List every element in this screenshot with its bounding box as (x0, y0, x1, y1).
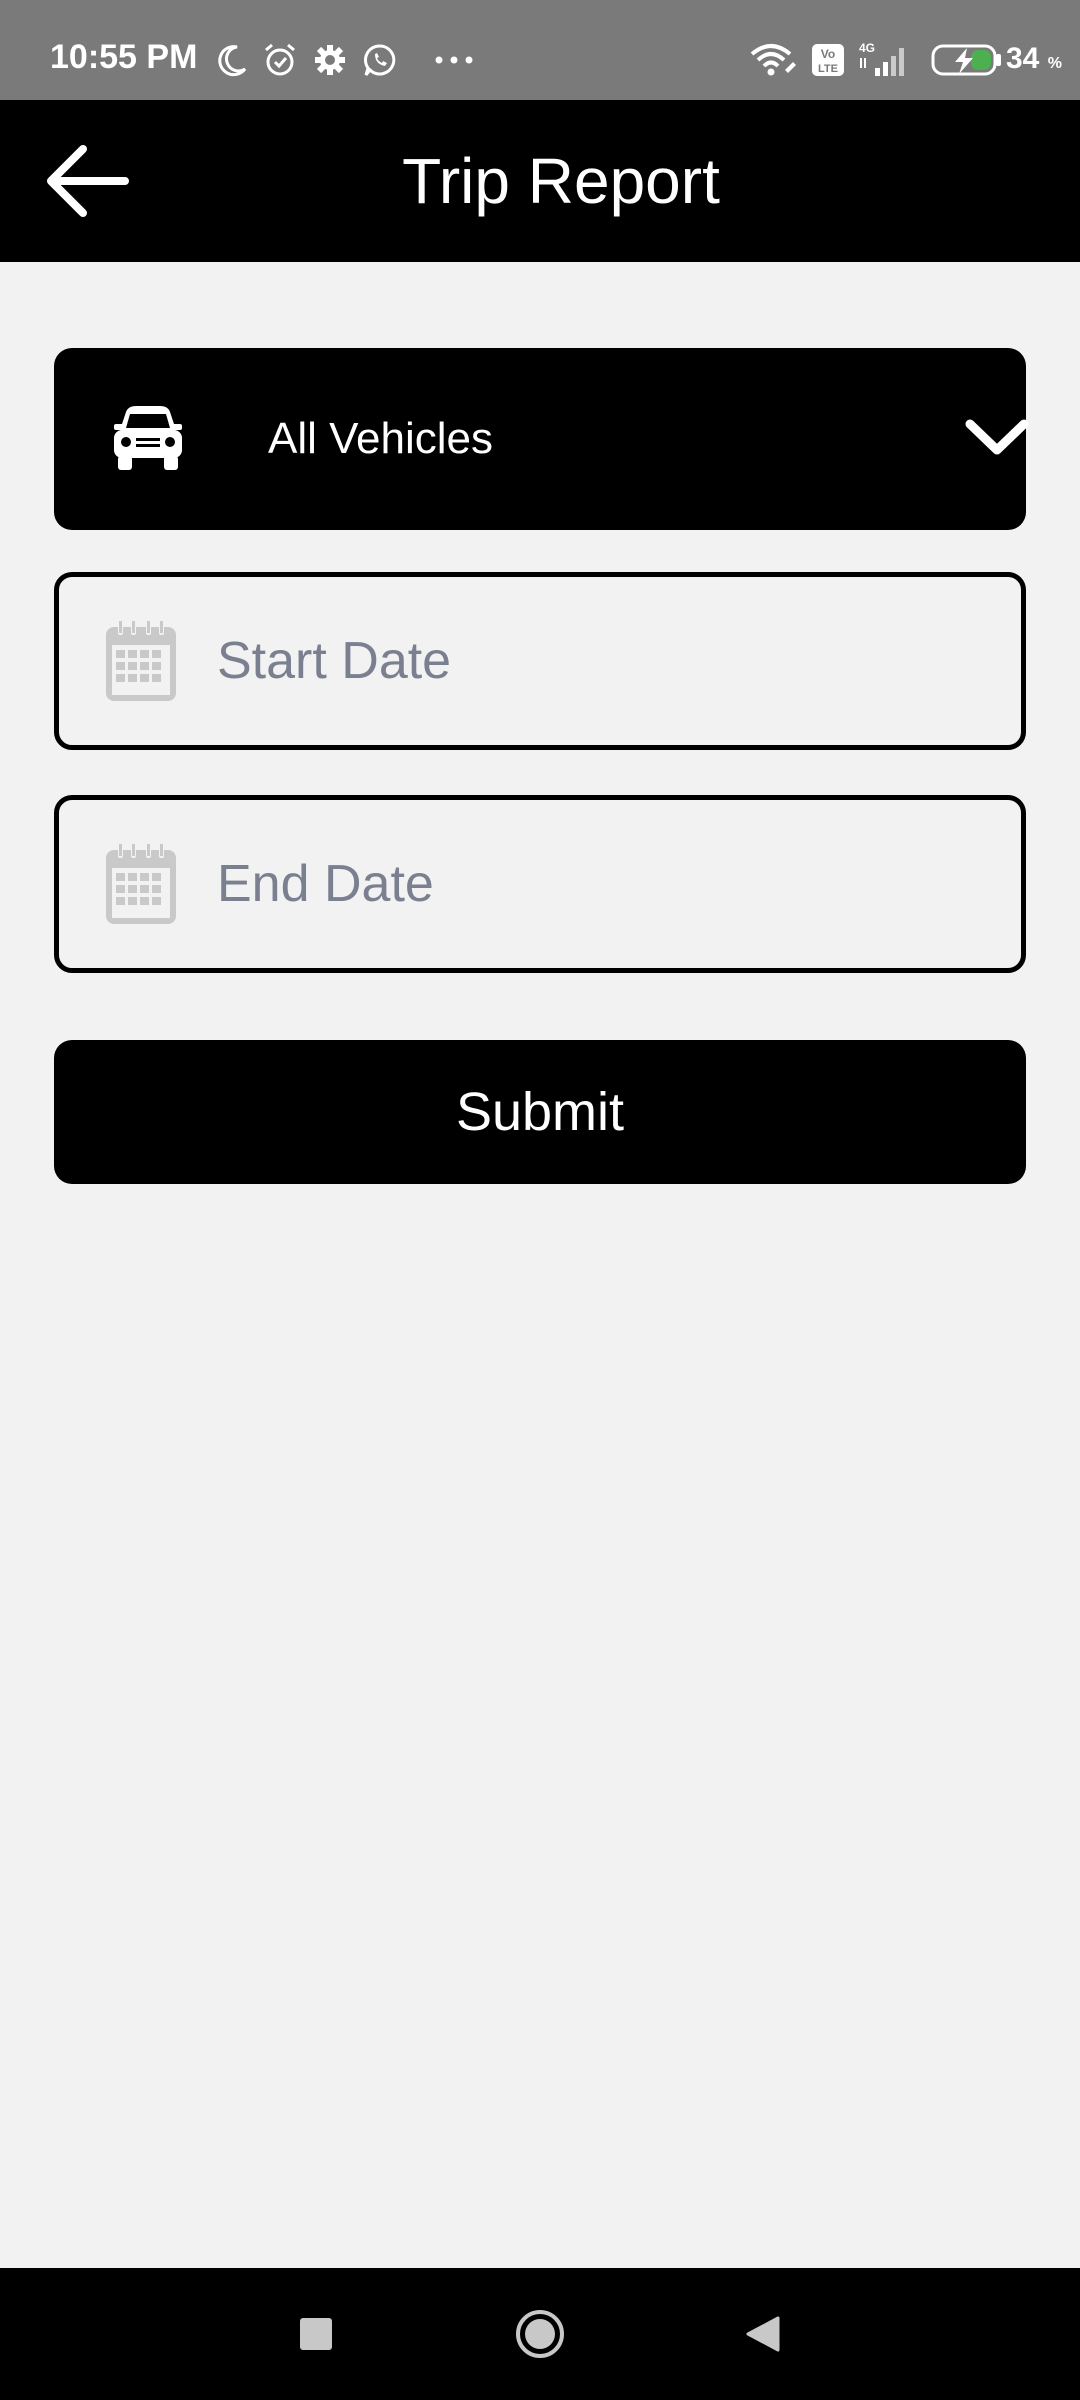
settings-icon (310, 40, 350, 80)
battery-percent-value: 34 (1006, 42, 1040, 75)
vehicle-select[interactable]: All Vehicles (54, 348, 1029, 530)
home-button[interactable] (510, 2304, 570, 2364)
status-time: 10:55 PM (50, 38, 198, 76)
end-date-placeholder: End Date (217, 855, 434, 913)
chevron-down-icon (965, 419, 1029, 455)
vehicle-select-label: All Vehicles (268, 414, 494, 463)
app-bar: Trip Report (0, 100, 1080, 262)
square-icon (300, 2318, 332, 2350)
circle-icon (516, 2310, 564, 2358)
start-date-placeholder: Start Date (217, 632, 452, 690)
start-date-field[interactable]: Start Date (54, 572, 1026, 750)
wifi-icon (748, 40, 800, 80)
battery-percent: 34 % (1006, 44, 1062, 74)
status-bar: 10:55 PM Vo LTE 4G 34 % (0, 0, 1080, 100)
whatsapp-icon (360, 40, 400, 80)
volte-icon: Vo LTE (808, 40, 848, 80)
svg-text:LTE: LTE (818, 63, 838, 75)
system-back-button[interactable] (732, 2304, 792, 2364)
alarm-icon (260, 40, 300, 80)
more-icon (434, 40, 474, 80)
calendar-icon (106, 844, 176, 924)
signal-icon: 4G (856, 40, 918, 80)
triangle-left-icon (746, 2316, 780, 2352)
moon-icon (212, 40, 252, 80)
recents-button[interactable] (286, 2304, 346, 2364)
end-date-field[interactable]: End Date (54, 795, 1026, 973)
battery-charging-icon (930, 40, 1004, 80)
submit-button[interactable]: Submit (54, 1040, 1026, 1184)
svg-text:4G: 4G (859, 41, 875, 55)
car-icon (114, 406, 182, 470)
arrow-left-icon (47, 145, 129, 217)
page-title: Trip Report (402, 145, 720, 217)
calendar-icon (106, 621, 176, 701)
back-button[interactable] (36, 136, 136, 226)
system-nav-bar (0, 2268, 1080, 2400)
svg-text:Vo: Vo (821, 47, 835, 61)
battery-percent-unit: % (1047, 55, 1062, 72)
